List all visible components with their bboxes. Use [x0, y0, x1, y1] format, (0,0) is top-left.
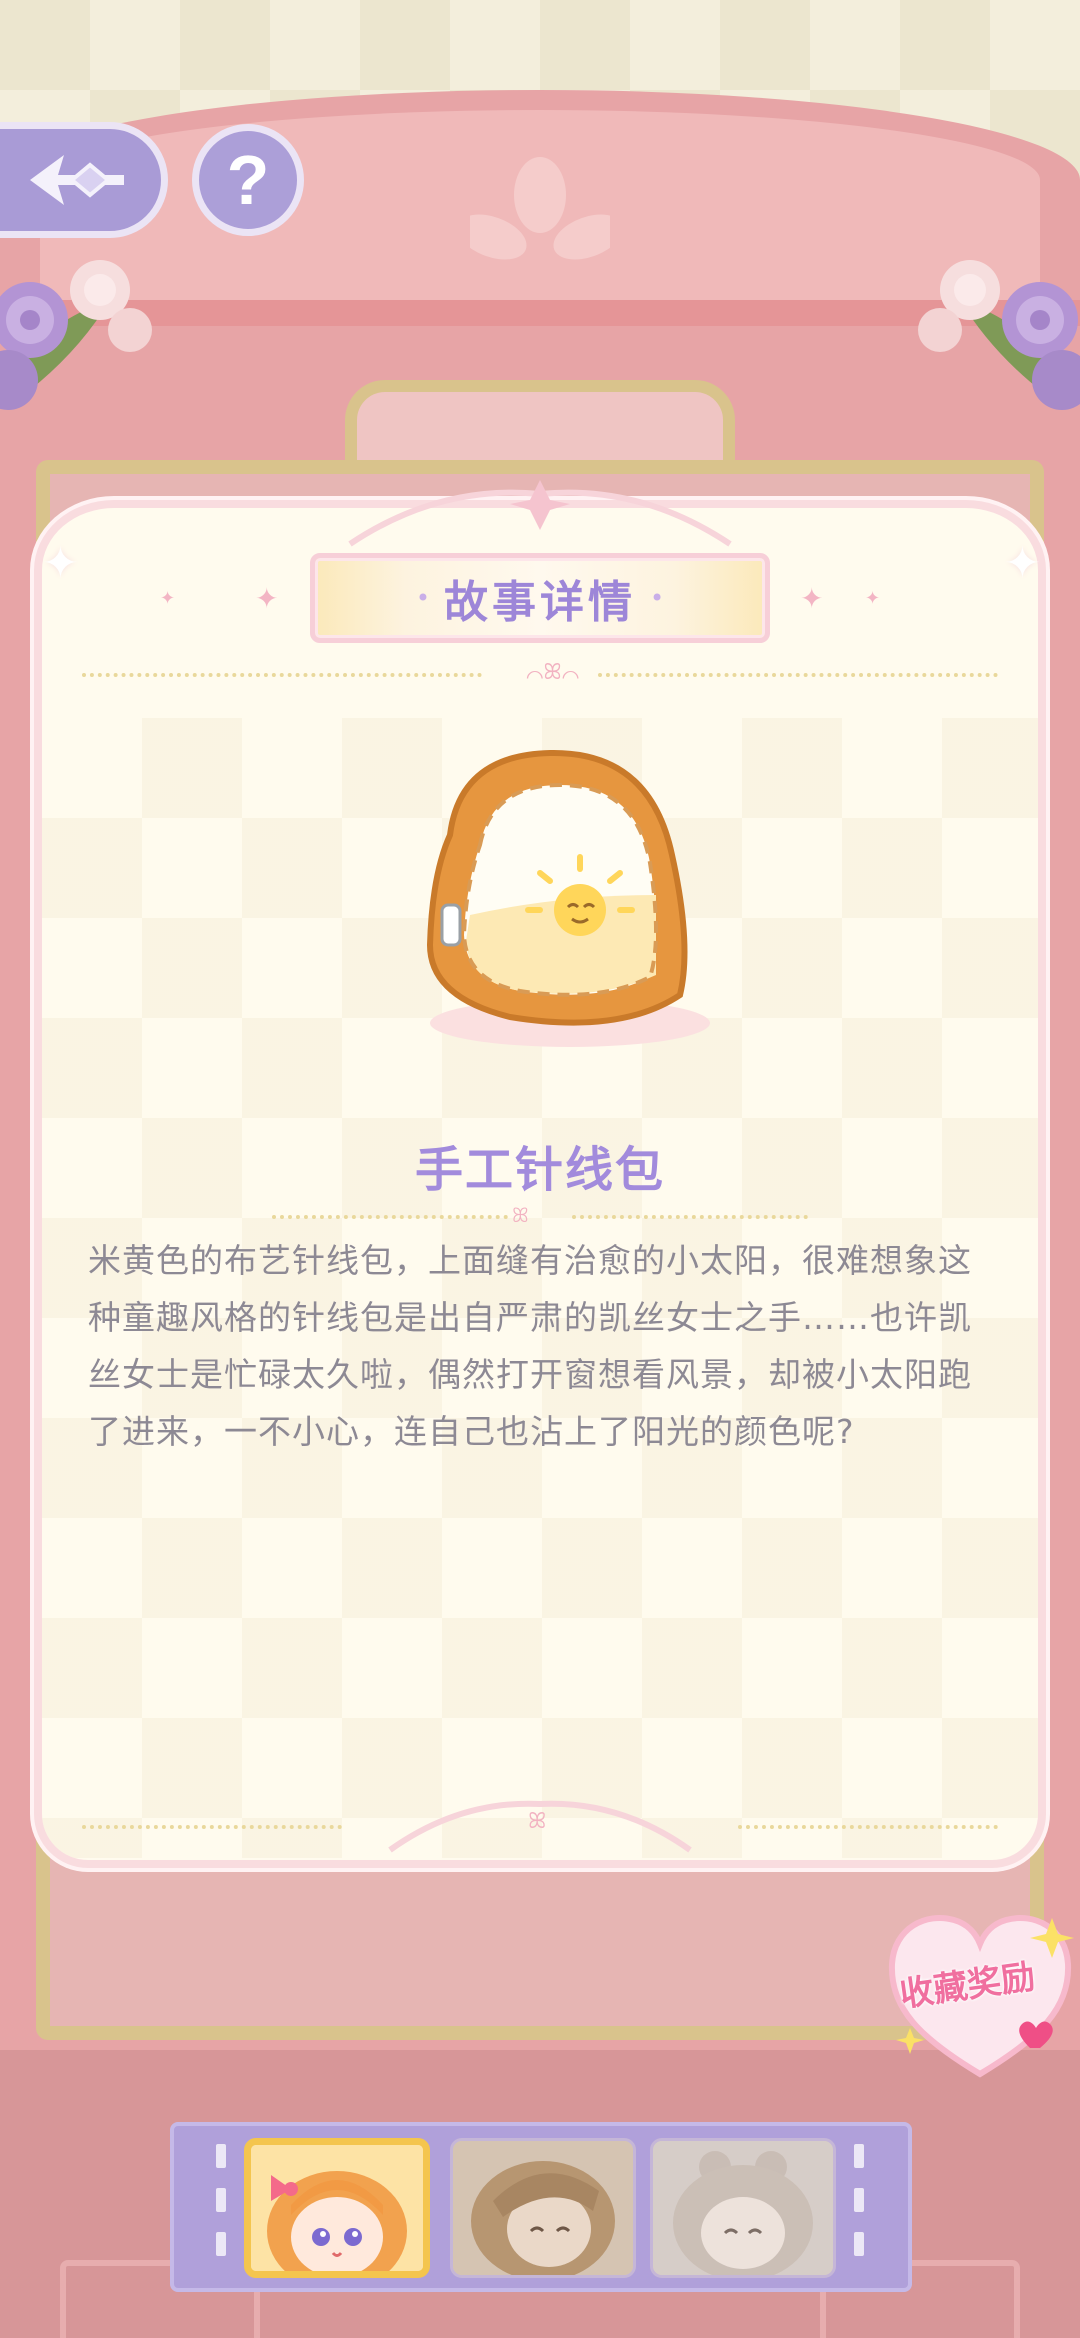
bar-dash [854, 2188, 864, 2212]
card-bottom-ornament: ꕤ [388, 1800, 692, 1853]
card-top-ornament [348, 480, 732, 547]
back-button[interactable] [0, 122, 168, 238]
star-icon: ✦ [255, 582, 279, 615]
divider [572, 1215, 808, 1219]
bow-icon: ⌒ꕤ⌒ [526, 660, 580, 685]
svg-text:ꕤ: ꕤ [528, 1809, 546, 1834]
bow-icon: ꕤ [512, 1203, 529, 1227]
card-title: 故事详情 [444, 577, 636, 628]
rose-decoration-right [918, 260, 1080, 410]
character-slot-3[interactable] [650, 2138, 836, 2278]
sparkle-icon: • [415, 584, 430, 612]
divider [598, 673, 998, 677]
bar-dash [216, 2232, 226, 2256]
star-icon: ✦ [865, 588, 881, 609]
item-name: 手工针线包 [414, 1142, 665, 1198]
bar-dash [216, 2144, 226, 2168]
sewing-pouch-image [426, 749, 710, 1047]
star-icon: ✦ [800, 582, 824, 615]
bar-dash [854, 2144, 864, 2168]
divider [82, 1825, 342, 1829]
item-description: 米黄色的布艺针线包，上面缝有治愈的小太阳，很难想象这种童趣风格的针线包是出自严肃… [88, 1241, 972, 1451]
character-brown-hair-girl [453, 2141, 633, 2275]
help-button[interactable]: ? [192, 124, 304, 236]
character-slot-1[interactable] [244, 2138, 430, 2278]
divider [272, 1215, 508, 1219]
sparkle-icon: • [650, 584, 665, 612]
character-slot-2[interactable] [450, 2138, 636, 2278]
bar-dash [854, 2232, 864, 2256]
star-icon: ✦ [160, 588, 176, 609]
title-banner: • 故事详情 • [310, 553, 770, 643]
rose-decoration-left [0, 260, 152, 410]
bar-dash [216, 2188, 226, 2212]
divider [82, 673, 482, 677]
divider [738, 1825, 998, 1829]
character-orange-hair-girl [251, 2145, 423, 2271]
cabinet-flower-ornament [470, 157, 610, 260]
sparkle-icon: ✦ [1004, 538, 1041, 589]
ornate-arrow-left-icon [30, 155, 124, 205]
sparkle-icon: ✦ [42, 538, 79, 589]
character-gray-hair-girl [653, 2141, 833, 2275]
